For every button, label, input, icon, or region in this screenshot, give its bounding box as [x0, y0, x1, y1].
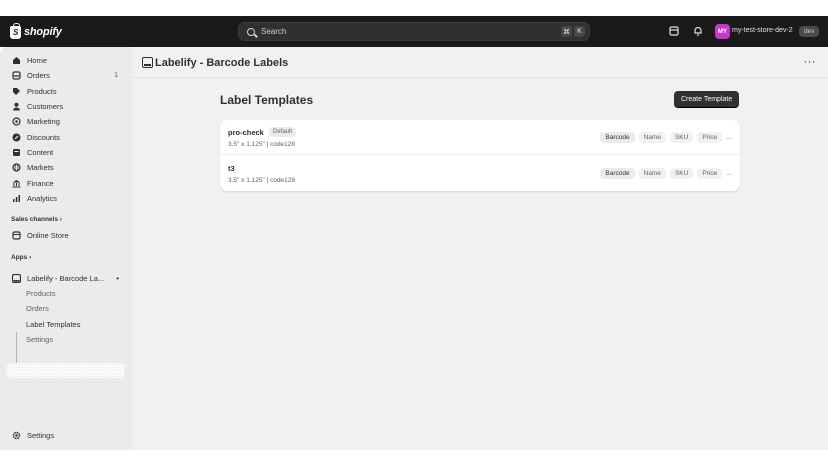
top-margin [0, 0, 828, 16]
app-subitem-label-templates[interactable]: Label Templates [26, 320, 80, 329]
app-title-bar: Labelify - Barcode Labels ··· [132, 47, 828, 78]
shopify-logo[interactable]: S shopify [10, 22, 62, 40]
sidebar-item-label: Markets [27, 163, 54, 172]
chevron-right-icon: › [59, 216, 62, 223]
apps-heading[interactable]: Apps › [11, 254, 31, 261]
app-icon [142, 57, 153, 68]
template-row[interactable]: t3 3.5" x 1.125" | code128 Barcode Name … [220, 156, 740, 191]
sidebar-item-online-store[interactable]: Online Store [6, 228, 125, 243]
sidebar-item-label: Content [27, 148, 54, 157]
cmd-key-hint: ⌘ [561, 26, 572, 37]
field-chip-price: Price [697, 132, 723, 143]
field-chip-name: Name [638, 168, 666, 179]
sidebar-item-home[interactable]: Home [6, 53, 125, 68]
orders-icon [12, 71, 21, 80]
app-title: Labelify - Barcode Labels [155, 57, 289, 69]
field-chip-price: Price [697, 168, 723, 179]
env-badge: dev [799, 26, 820, 37]
sidebar-item-label: Marketing [27, 117, 60, 126]
sidebar: Home Orders 1 Products Customers Marketi… [0, 47, 132, 450]
main-content: Labelify - Barcode Labels ··· Label Temp… [132, 47, 828, 450]
pin-dot-icon[interactable]: • [116, 274, 119, 283]
sidebar-item-discounts[interactable]: Discounts [6, 130, 125, 145]
sidebar-item-customers[interactable]: Customers [6, 99, 125, 114]
store-icon[interactable] [668, 25, 680, 37]
sidebar-item-label: Analytics [27, 194, 58, 203]
sidebar-item-label: Online Store [27, 231, 69, 240]
sidebar-item-settings[interactable]: Settings [6, 428, 125, 443]
content-icon [12, 148, 21, 157]
shopify-wordmark: shopify [24, 26, 62, 38]
store-icon [12, 231, 21, 240]
sales-channels-heading[interactable]: Sales channels › [11, 216, 62, 223]
sidebar-item-label: Home [27, 56, 48, 65]
default-badge: Default [269, 127, 297, 137]
sidebar-item-markets[interactable]: Markets [6, 160, 125, 175]
template-name[interactable]: pro-check [228, 128, 264, 137]
search-bar[interactable]: Search ⌘ K [238, 22, 590, 41]
field-chip-barcode: Barcode [600, 132, 635, 143]
top-bar: S shopify Search ⌘ K MY my-test-store-de… [0, 16, 828, 47]
target-icon [12, 117, 21, 126]
avatar[interactable]: MY [715, 24, 730, 39]
template-name[interactable]: t3 [228, 164, 235, 173]
sidebar-item-label: Discounts [27, 133, 60, 142]
sidebar-item-label: Customers [27, 102, 64, 111]
bottom-margin [0, 450, 828, 466]
orders-count: 1 [114, 72, 118, 79]
home-icon [12, 56, 21, 65]
sidebar-item-labelify-app[interactable]: Labelify - Barcode La... • [6, 271, 125, 286]
template-meta: 3.5" x 1.125" | code128 [228, 141, 296, 148]
app-subitem-products[interactable]: Products [26, 289, 56, 298]
app-subitem-orders[interactable]: Orders [26, 304, 49, 313]
app-subitem-settings[interactable]: Settings [26, 335, 53, 344]
sidebar-item-analytics[interactable]: Analytics [6, 191, 125, 206]
template-row[interactable]: pro-check Default 3.5" x 1.125" | code12… [220, 120, 740, 155]
bell-icon[interactable] [692, 25, 704, 37]
sidebar-item-content[interactable]: Content [6, 145, 125, 160]
gear-icon [12, 431, 21, 440]
shopify-bag-icon: S [10, 22, 21, 39]
sidebar-item-orders[interactable]: Orders 1 [6, 68, 125, 83]
search-icon [247, 27, 255, 36]
page-title: Label Templates [220, 93, 314, 107]
discount-icon [12, 133, 21, 142]
more-actions-icon[interactable]: ··· [804, 56, 817, 68]
bank-icon [12, 179, 21, 188]
sidebar-item-finance[interactable]: Finance [6, 176, 125, 191]
chevron-right-icon: › [29, 254, 32, 261]
sidebar-item-products[interactable]: Products [6, 84, 125, 99]
more-fields: ... [726, 134, 732, 141]
more-fields: ... [726, 170, 732, 177]
templates-card: pro-check Default 3.5" x 1.125" | code12… [220, 120, 740, 191]
sidebar-item-label: Products [27, 87, 57, 96]
store-name[interactable]: my-test-store-dev-2 [732, 27, 793, 34]
field-chip-sku: SKU [669, 168, 694, 179]
sidebar-item-label: Finance [27, 179, 54, 188]
active-item-highlight [6, 363, 125, 378]
person-icon [12, 102, 21, 111]
app-icon [12, 274, 21, 283]
field-chip-barcode: Barcode [600, 168, 635, 179]
create-template-button[interactable]: Create Template [674, 91, 740, 107]
field-chip-name: Name [638, 132, 666, 143]
tag-icon [12, 87, 21, 96]
field-chip-sku: SKU [669, 132, 694, 143]
search-placeholder: Search [261, 27, 287, 36]
chart-icon [12, 194, 21, 203]
sidebar-item-label: Orders [27, 71, 50, 80]
sidebar-item-label: Labelify - Barcode La... [27, 274, 105, 283]
sidebar-item-marketing[interactable]: Marketing [6, 114, 125, 129]
sidebar-item-label: Settings [27, 431, 55, 440]
template-meta: 3.5" x 1.125" | code128 [228, 177, 296, 184]
globe-icon [12, 163, 21, 172]
k-key-hint: K [574, 26, 585, 37]
